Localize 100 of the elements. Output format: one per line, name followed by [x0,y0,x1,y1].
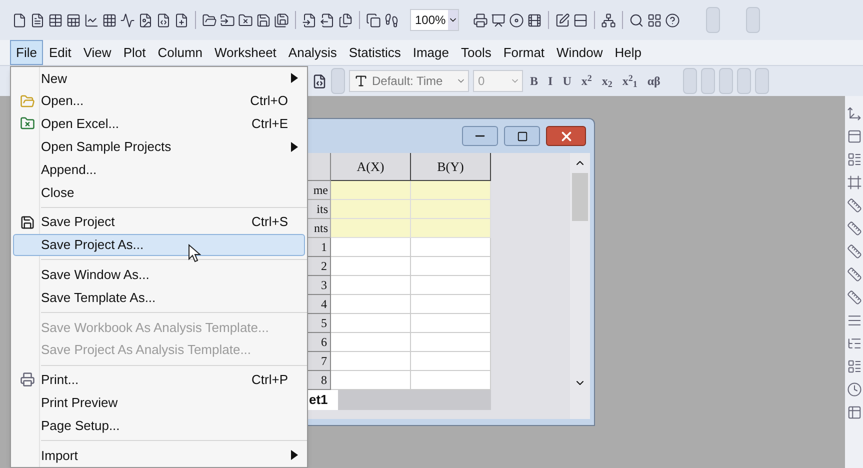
menu-item[interactable]: Append... [13,158,305,181]
column-header[interactable]: B(Y) [411,153,491,181]
ruler-icon[interactable] [846,221,862,236]
table-cell[interactable] [331,238,411,257]
folder-icon[interactable] [202,12,217,28]
frame-icon[interactable] [846,175,862,190]
sheet-tab[interactable]: et1 [305,390,338,410]
tree-icon[interactable] [846,336,862,351]
folder-import-icon[interactable] [220,12,235,28]
table-cell[interactable] [411,257,491,276]
table-cell[interactable] [411,276,491,295]
format-button[interactable]: U [560,72,574,90]
vertical-scrollbar[interactable] [570,153,590,419]
files-icon[interactable] [338,12,353,28]
copy-icon[interactable] [366,12,381,28]
footprint-icon[interactable] [384,12,399,28]
ruler-icon[interactable] [846,198,862,213]
table-cell[interactable] [411,314,491,333]
table-icon[interactable] [846,405,862,420]
layout-icon[interactable] [646,12,662,28]
table-cell[interactable] [411,333,491,352]
menu-item[interactable]: Save Template As... [13,286,305,309]
menu-bar-item[interactable]: Statistics [342,40,407,66]
menu-bar-item[interactable]: Format [497,40,551,66]
toolbar-grip[interactable] [755,68,770,94]
disc-icon[interactable] [508,12,524,28]
lines-icon[interactable] [846,313,862,328]
toolbar-grip[interactable] [719,68,734,94]
menu-bar-item[interactable]: Image [406,40,455,66]
menu-bar-item[interactable]: Worksheet [208,40,282,66]
column-header[interactable]: A(X) [331,153,411,181]
table-icon[interactable] [48,12,63,28]
close-button[interactable] [546,126,586,146]
code-file-icon[interactable] [312,74,327,88]
save-icon[interactable] [256,12,271,28]
grid-icon[interactable] [102,12,117,28]
menu-item[interactable]: Print Preview [13,391,305,414]
rows-icon[interactable] [572,12,588,28]
waveform-icon[interactable] [120,12,135,28]
toolbar-grip[interactable] [701,68,716,94]
ruler-icon[interactable] [846,244,862,259]
presentation-icon[interactable] [490,12,506,28]
axes-icon[interactable] [846,106,862,121]
menu-item[interactable]: Open... Ctrl+O [13,90,305,113]
menu-item[interactable]: Close [13,180,305,204]
table-cell[interactable] [331,371,411,390]
format-button[interactable]: B [527,72,542,90]
menu-bar-item[interactable]: File [10,40,43,66]
save-all-icon[interactable] [274,12,289,28]
toolbar-grip[interactable] [706,7,720,33]
image-file-icon[interactable] [138,12,153,28]
table-cell[interactable] [331,219,411,238]
menu-item[interactable]: Open Sample Projects [13,135,305,158]
toolbar-grip[interactable] [683,68,698,94]
film-icon[interactable] [526,12,542,28]
code-file-icon[interactable] [156,12,171,28]
menu-item[interactable]: Save Window As... [13,263,305,286]
line-chart-icon[interactable] [84,12,99,28]
menu-item[interactable]: Save Project As... [13,234,305,256]
menu-item[interactable]: Page Setup... [13,414,305,437]
menu-bar-item[interactable]: Column [152,40,209,66]
scrollbar-thumb[interactable] [572,173,588,221]
table-cell[interactable] [331,181,411,200]
table-cell[interactable] [411,181,491,200]
menu-bar-item[interactable]: Tools [455,40,498,66]
table-cell[interactable] [411,219,491,238]
table-cell[interactable] [411,352,491,371]
menu-bar-item[interactable]: View [77,40,118,66]
menu-item[interactable]: Save Project Ctrl+S [13,210,305,234]
toolbar-grip[interactable] [331,68,345,94]
table-cell[interactable] [411,200,491,219]
panel-icon[interactable] [846,129,862,144]
table-cell[interactable] [411,238,491,257]
format-button[interactable]: I [545,72,556,90]
font-dropdown[interactable]: Default: Time [349,70,469,92]
menu-bar-item[interactable]: Analysis [282,40,343,66]
table-cell[interactable] [331,314,411,333]
menu-item[interactable]: Print... Ctrl+P [13,368,305,392]
table-cell[interactable] [331,352,411,371]
format-button[interactable]: x$_{2}$ [598,72,616,90]
spreadsheet-icon[interactable] [66,12,81,28]
zoom-field[interactable]: 100% [410,9,459,31]
maximize-button[interactable] [504,126,540,146]
menu-item[interactable]: Import [13,444,305,467]
ruler-icon[interactable] [846,267,862,282]
table-cell[interactable] [331,333,411,352]
export-icon[interactable] [320,12,335,28]
print-icon[interactable] [472,12,488,28]
hierarchy-icon[interactable] [600,12,616,28]
menu-bar-item[interactable]: Edit [42,40,78,66]
table-cell[interactable] [411,295,491,314]
format-button[interactable]: αβ [644,72,664,90]
add-file-icon[interactable] [174,12,189,28]
table-cell[interactable] [411,371,491,390]
table-cell[interactable] [331,295,411,314]
edit-icon[interactable] [554,12,570,28]
table-cell[interactable] [331,200,411,219]
menu-item[interactable]: New [13,67,305,90]
menu-bar-item[interactable]: Plot [117,40,152,66]
blank-page-icon[interactable] [12,12,27,28]
